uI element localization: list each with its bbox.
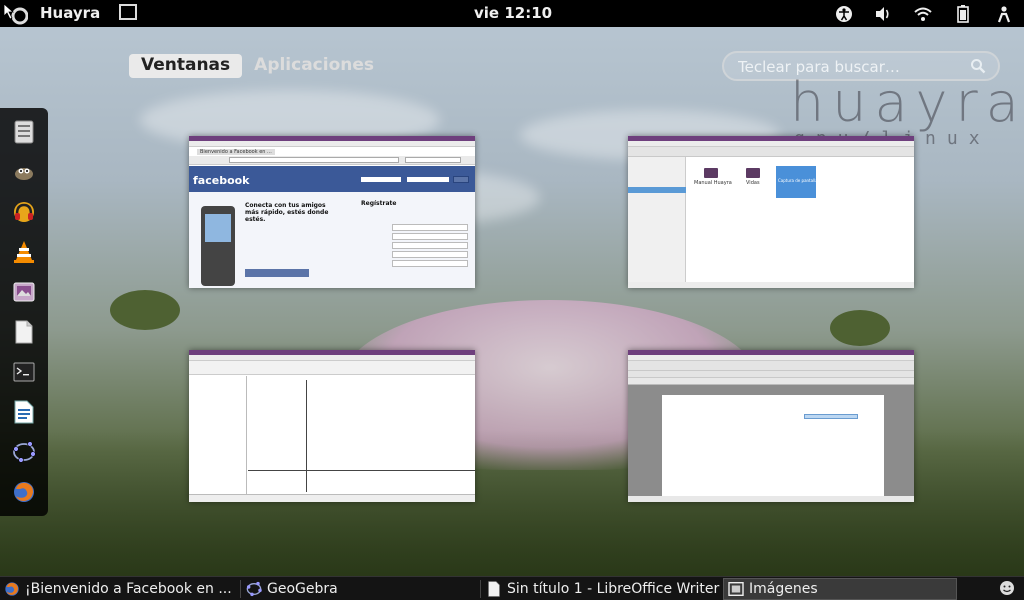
- browser-tab: Bienvenido a Facebook en ...: [197, 149, 275, 155]
- taskbar-item-images[interactable]: Imágenes: [723, 578, 957, 600]
- geogebra-icon[interactable]: [10, 438, 38, 466]
- geogebra-algebra-view: [189, 376, 247, 494]
- taskbar-item-label: GeoGebra: [267, 581, 338, 597]
- y-axis: [306, 380, 307, 492]
- register-field: [392, 224, 468, 231]
- register-field: [392, 233, 468, 240]
- window-thumbnail-facebook[interactable]: Bienvenido a Facebook en ... facebook Co…: [189, 136, 475, 288]
- x-axis: [248, 470, 475, 471]
- image-viewer-icon: [728, 581, 744, 597]
- taskbar-item-label: Imágenes: [749, 581, 818, 597]
- taskbar-item-facebook[interactable]: ¡Bienvenido a Facebook en ...: [0, 578, 238, 600]
- user-icon[interactable]: [993, 3, 1015, 25]
- login-password-field: [407, 177, 449, 182]
- browser-toolbar: [189, 156, 475, 165]
- writer-statusbar: [628, 496, 914, 502]
- overview-view-selector: Ventanas Aplicaciones: [129, 54, 386, 78]
- phone-image: [201, 206, 235, 286]
- vlc-icon[interactable]: [10, 238, 38, 266]
- selected-file: Captura de pantalla: [776, 166, 818, 198]
- facebook-mobile-button: [245, 269, 309, 277]
- taskbar-item-label: Sin título 1 - LibreOffice Writer: [507, 581, 720, 597]
- file-manager-icon[interactable]: [10, 118, 38, 146]
- files-statusbar: [628, 282, 914, 288]
- facebook-register-heading: Regístrate: [361, 200, 397, 207]
- taskbar-separator: [480, 580, 481, 598]
- accessibility-icon[interactable]: [833, 3, 855, 25]
- facebook-headline: Conecta con tus amigos más rápido, estés…: [245, 202, 329, 223]
- writer-icon[interactable]: [10, 398, 38, 426]
- geogebra-icon: [246, 581, 262, 597]
- geogebra-toolbar: [189, 361, 475, 375]
- folder-icon: [704, 168, 718, 178]
- facebook-header: facebook: [189, 166, 475, 192]
- folder-label: Manual Huayra: [694, 180, 732, 186]
- writer-page: [662, 395, 884, 498]
- address-bar: [229, 157, 399, 163]
- taskbar-item-writer[interactable]: Sin título 1 - LibreOffice Writer: [482, 578, 720, 600]
- window-menubar: [189, 141, 475, 147]
- app-menu-label[interactable]: Huayra: [40, 4, 100, 22]
- window-toolbar: [628, 147, 914, 157]
- terminal-icon[interactable]: [10, 358, 38, 386]
- writer-format-toolbar: [628, 371, 914, 378]
- gimp-icon[interactable]: [10, 158, 38, 186]
- dash: [0, 108, 48, 516]
- register-field: [392, 242, 468, 249]
- huayra-logo-icon: [3, 3, 28, 25]
- browser-search-field: [405, 157, 461, 163]
- folder-label: Vidas: [746, 180, 760, 186]
- login-button: [453, 176, 469, 183]
- register-field: [392, 251, 468, 258]
- notifications-icon[interactable]: [999, 580, 1015, 600]
- taskbar-item-label: ¡Bienvenido a Facebook en ...: [25, 581, 232, 597]
- battery-icon[interactable]: [952, 3, 974, 25]
- taskbar: ¡Bienvenido a Facebook en ... GeoGebra S…: [0, 576, 1024, 600]
- geogebra-graphics-view: [248, 376, 475, 494]
- volume-icon[interactable]: [872, 3, 894, 25]
- folder-icon: [746, 168, 760, 178]
- taskbar-separator: [240, 580, 241, 598]
- geogebra-input-bar: [189, 494, 475, 502]
- top-bar: Huayra vie 12:10: [0, 0, 1024, 27]
- writer-standard-toolbar: [628, 361, 914, 371]
- document-icon: [486, 581, 502, 597]
- firefox-icon: [4, 581, 20, 597]
- selected-file-label: Captura de pantalla: [778, 178, 818, 183]
- writer-tooltip: [804, 414, 858, 419]
- image-viewer-icon[interactable]: [10, 278, 38, 306]
- clock[interactable]: vie 12:10: [474, 4, 552, 22]
- tab-windows[interactable]: Ventanas: [129, 54, 243, 78]
- wifi-icon[interactable]: [912, 3, 934, 25]
- image-viewer-icon: [119, 4, 137, 20]
- login-email-field: [361, 177, 401, 182]
- files-sidebar: [628, 157, 686, 288]
- writer-ruler: [628, 378, 914, 385]
- activities-button[interactable]: [0, 0, 30, 27]
- window-thumbnail-writer[interactable]: [628, 350, 914, 502]
- firefox-icon[interactable]: [10, 478, 38, 506]
- document-icon[interactable]: [10, 318, 38, 346]
- watermark-title: huayra: [790, 71, 1024, 134]
- headphones-icon[interactable]: [10, 198, 38, 226]
- register-field: [392, 260, 468, 267]
- background-tree: [830, 310, 890, 346]
- window-thumbnail-files[interactable]: Manual Huayra Vidas Captura de pantalla: [628, 136, 914, 288]
- background-tree: [110, 290, 180, 330]
- taskbar-item-geogebra[interactable]: GeoGebra: [242, 578, 478, 600]
- tab-applications[interactable]: Aplicaciones: [254, 54, 386, 78]
- window-thumbnail-geogebra[interactable]: [189, 350, 475, 502]
- facebook-logo: facebook: [193, 174, 250, 187]
